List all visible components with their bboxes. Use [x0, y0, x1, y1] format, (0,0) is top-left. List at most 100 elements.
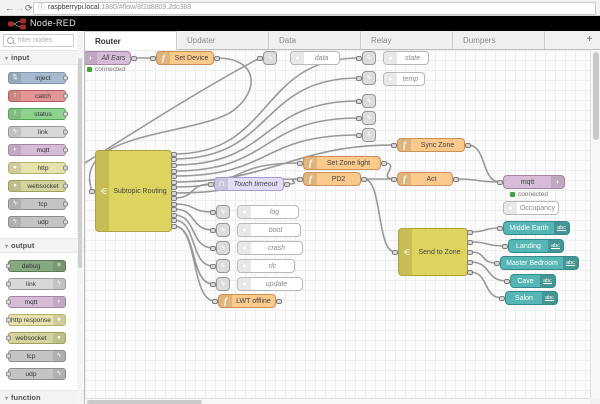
node-port[interactable]: [210, 263, 216, 269]
palette-scrollbar[interactable]: [77, 31, 83, 404]
node-port[interactable]: [210, 281, 216, 287]
node-port[interactable]: [208, 181, 214, 187]
node-port[interactable]: [171, 162, 177, 168]
node-port[interactable]: [171, 195, 177, 201]
node-port[interactable]: [171, 201, 177, 207]
flow-node-link-out-boot[interactable]: ϟ: [216, 223, 230, 237]
flow-node-send-to-zone[interactable]: Ψ Send to Zone: [398, 228, 468, 276]
palette-node-udp[interactable]: udp ϟ: [6, 368, 66, 380]
palette-node-tcp[interactable]: ϟ tcp: [8, 198, 68, 210]
node-port[interactable]: [356, 98, 362, 104]
node-port[interactable]: [276, 298, 282, 304]
node-port[interactable]: [171, 223, 177, 229]
node-port[interactable]: [150, 55, 156, 61]
palette-node-http[interactable]: ● http: [8, 162, 68, 174]
node-port[interactable]: [210, 245, 216, 251]
node-port[interactable]: [171, 206, 177, 212]
palette-node-mqtt[interactable]: ◗ mqtt: [8, 144, 68, 156]
node-port[interactable]: [467, 259, 473, 265]
node-port[interactable]: [171, 179, 177, 185]
flow-node-link-out-1[interactable]: ϟ: [362, 51, 376, 65]
flow-node-link-out-4[interactable]: ϟ: [362, 111, 376, 125]
node-port[interactable]: [356, 132, 362, 138]
browser-forward-button[interactable]: →: [15, 2, 24, 14]
node-port[interactable]: [171, 212, 177, 218]
palette-search[interactable]: [3, 34, 74, 47]
tab-data[interactable]: Data: [269, 31, 361, 49]
flow-node-comment-data[interactable]: ● data: [290, 51, 340, 65]
node-port[interactable]: [391, 142, 397, 148]
node-port[interactable]: [356, 115, 362, 121]
flow-node-comment-temp[interactable]: ● temp: [383, 72, 425, 86]
node-port[interactable]: [467, 239, 473, 245]
canvas-horizontal-scrollbar[interactable]: [85, 398, 590, 404]
node-port[interactable]: [284, 181, 290, 187]
flow-node-link-out-5[interactable]: ϟ: [362, 128, 376, 142]
flow-node-subtopic-routing[interactable]: Ψ Subtopic Routing: [95, 150, 172, 232]
palette-node-link[interactable]: link ϟ: [6, 278, 66, 290]
flow-node-lwt-offline[interactable]: f LWT offline: [218, 294, 276, 308]
flow-node-pd2[interactable]: f PD2: [303, 172, 361, 186]
flow-node-link-out-data[interactable]: ϟ: [263, 51, 277, 65]
flow-node-link-out-update[interactable]: ϟ: [216, 277, 230, 291]
palette-node-inject[interactable]: ⇅ inject: [8, 72, 68, 84]
flow-node-link-out-log[interactable]: ϟ: [216, 205, 230, 219]
flow-node-link-out-crash[interactable]: ϟ: [216, 241, 230, 255]
flow-node-zone-salon[interactable]: Salon abc: [505, 291, 558, 305]
palette-search-input[interactable]: [16, 36, 72, 45]
node-port[interactable]: [212, 298, 218, 304]
node-port[interactable]: [171, 173, 177, 179]
node-port[interactable]: [453, 176, 459, 182]
add-flow-button[interactable]: +: [582, 33, 597, 47]
browser-refresh-button[interactable]: ⟳: [25, 2, 33, 14]
tab-relay[interactable]: Relay: [361, 31, 453, 49]
palette-scrollbar-thumb[interactable]: [78, 58, 82, 268]
node-port[interactable]: [214, 55, 220, 61]
flow-node-comment-log[interactable]: ● log: [237, 205, 299, 219]
node-port[interactable]: [171, 184, 177, 190]
node-port[interactable]: [497, 225, 503, 231]
node-port[interactable]: [210, 209, 216, 215]
node-port[interactable]: [494, 260, 500, 266]
node-port[interactable]: [361, 176, 367, 182]
palette-section-input[interactable]: ▾ input: [0, 50, 84, 65]
palette-node-catch[interactable]: ! catch: [8, 90, 68, 102]
flow-node-set-zone-light[interactable]: f Set Zone light: [303, 156, 381, 170]
page-info-icon[interactable]: ⓘ: [38, 4, 45, 11]
node-port[interactable]: [131, 55, 137, 61]
tab-router[interactable]: Router: [85, 31, 177, 50]
node-port[interactable]: [392, 249, 398, 255]
flow-node-all-ears[interactable]: ◗ All Ears: [85, 51, 131, 65]
node-port[interactable]: [467, 229, 473, 235]
flow-node-zone-middle-earth[interactable]: Middle Earth abc: [503, 221, 570, 235]
node-port[interactable]: [391, 176, 397, 182]
flow-canvas[interactable]: ◗ All Ears f Set Device ϟ ● data ϟ ϟ ϟ ϟ ϟ ● state ● te…: [85, 50, 590, 398]
flow-node-comment-boot[interactable]: ● boot: [237, 223, 301, 237]
node-port[interactable]: [257, 55, 263, 61]
node-port[interactable]: [381, 160, 387, 166]
palette-node-mqtt[interactable]: mqtt ◗: [6, 296, 66, 308]
flow-node-zone-landing[interactable]: Landing abc: [508, 239, 564, 253]
flow-node-link-out-2[interactable]: ϟ: [362, 71, 376, 85]
flow-node-sync-zone[interactable]: f Sync Zone: [397, 138, 465, 152]
node-port[interactable]: [499, 295, 505, 301]
flow-node-touch-timeout[interactable]: ⊓ Touch timeout: [214, 177, 284, 191]
palette-node-http-response[interactable]: http response ●: [6, 314, 66, 326]
flow-node-link-out-3[interactable]: ϟ: [362, 94, 376, 108]
node-port[interactable]: [171, 217, 177, 223]
flow-node-act[interactable]: f Act: [397, 172, 453, 186]
node-port[interactable]: [210, 227, 216, 233]
palette-node-status[interactable]: ! status: [8, 108, 68, 120]
node-port[interactable]: [465, 142, 471, 148]
node-port[interactable]: [171, 168, 177, 174]
flow-node-comment-state[interactable]: ● state: [383, 51, 429, 65]
node-port[interactable]: [297, 176, 303, 182]
browser-address-bar[interactable]: ⓘ raspberrypi.local:1880/#flow/8f2d8809.2…: [33, 2, 596, 15]
node-port[interactable]: [356, 55, 362, 61]
node-port[interactable]: [356, 75, 362, 81]
palette-node-websocket[interactable]: ● websocket: [8, 180, 68, 192]
tab-dumpers[interactable]: Dumpers: [453, 31, 545, 49]
node-port[interactable]: [171, 190, 177, 196]
canvas-horizontal-scrollbar-thumb[interactable]: [87, 400, 202, 404]
tab-updater[interactable]: Updater: [177, 31, 269, 49]
